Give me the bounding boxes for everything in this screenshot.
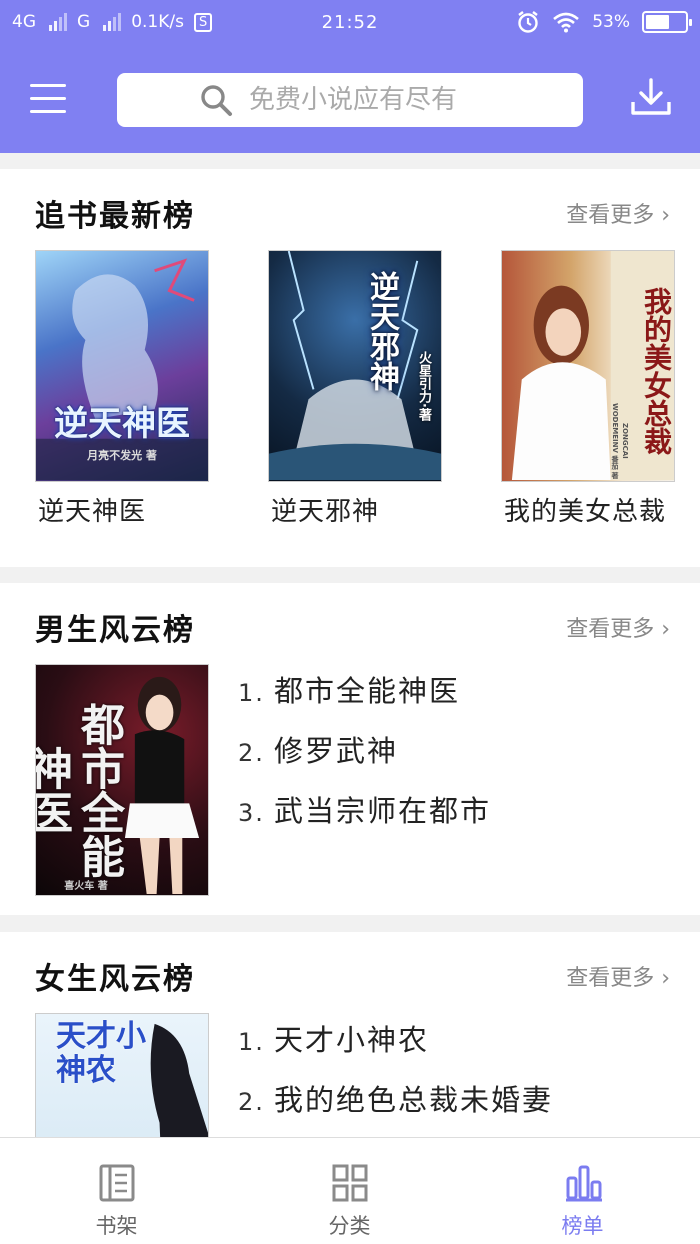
section-title: 女生风云榜 (35, 962, 195, 997)
bottom-nav: 书架 分类 榜单 (0, 1137, 700, 1244)
cover-title: 逆天邪神 (364, 271, 399, 391)
rank-number: 1. (238, 1028, 265, 1056)
cover-author: 月亮不发光 著 (87, 449, 157, 462)
book-cover[interactable]: 逆天神医 月亮不发光 著 (35, 250, 209, 482)
view-more-link[interactable]: 查看更多 › (566, 611, 670, 643)
cover-title: 天才小神农 (56, 1019, 146, 1088)
cover-illustration (36, 258, 208, 481)
view-more-link[interactable]: 查看更多 › (566, 197, 670, 229)
app-header: 4G G 0.1K/s S 21:52 53% (0, 0, 700, 153)
rank-book-name: 武当宗师在都市 (274, 794, 492, 828)
nav-label: 分类 (328, 1214, 371, 1238)
book-cover[interactable]: 都市全能神医 喜火车 著 (35, 664, 209, 896)
ranking-bars-icon (566, 1165, 602, 1202)
book-name[interactable]: 逆天神医 (38, 491, 146, 528)
nav-bookshelf[interactable]: 书架 (0, 1138, 233, 1244)
rank-number: 1. (238, 679, 265, 707)
book-cover[interactable]: 天才小神农 (35, 1013, 209, 1137)
battery-icon (642, 11, 692, 33)
status-bar: 4G G 0.1K/s S 21:52 53% (0, 0, 700, 46)
wifi-icon (553, 12, 580, 33)
search-input[interactable] (249, 85, 549, 115)
cover-title: 都市全能神医 (35, 702, 124, 878)
cover-author: 喜火车 著 (64, 881, 108, 892)
rank-book-name: 天才小神农 (274, 1023, 430, 1057)
book-name[interactable]: 逆天邪神 (271, 491, 379, 528)
rank-book-name: 修罗武神 (274, 734, 399, 768)
nav-label: 榜单 (561, 1214, 604, 1238)
list-item[interactable]: 1. 都市全能神医 (238, 668, 460, 710)
female-ranking-section: 女生风云榜 查看更多 › 天才小神农 1. 天才小神农 2. 我的绝色总裁未婚妻 (0, 932, 700, 1137)
bookshelf-icon (99, 1164, 135, 1202)
rank-number: 2. (238, 739, 265, 767)
category-grid-icon (332, 1164, 368, 1202)
cover-title: 逆天神医 (54, 404, 190, 444)
book-cover[interactable]: 我的美女总裁 ZONGCAI WODEMEINV 番茄 著 (501, 250, 675, 482)
rank-number: 3. (238, 799, 265, 827)
search-icon (201, 85, 232, 116)
nav-ranking[interactable]: 榜单 (466, 1138, 699, 1244)
download-icon[interactable] (630, 78, 672, 116)
book-name[interactable]: 我的美女总裁 (504, 491, 666, 528)
list-item[interactable]: 2. 我的绝色总裁未婚妻 (238, 1077, 553, 1119)
alarm-icon (518, 11, 538, 33)
latest-ranking-section: 追书最新榜 查看更多 › 逆天神医 月亮不发光 著 逆天神医 逆天邪神 火星引力… (0, 169, 700, 567)
cover-author: 火星引力·著 (416, 351, 431, 421)
male-ranking-section: 男生风云榜 查看更多 › 都市全能神医 喜火车 著 1. 都市全能神医 2. 修罗武… (0, 583, 700, 915)
section-title: 追书最新榜 (35, 199, 195, 234)
list-item[interactable]: 3. 武当宗师在都市 (238, 788, 491, 830)
list-item[interactable]: 1. 天才小神农 (238, 1017, 429, 1059)
search-bar[interactable] (117, 73, 583, 127)
list-item[interactable]: 2. 修罗武神 (238, 728, 398, 770)
rank-number: 2. (238, 1088, 265, 1116)
cover-author: ZONGCAI WODEMEINV 番茄 著 (611, 403, 629, 479)
menu-icon[interactable] (30, 82, 66, 114)
rank-book-name: 都市全能神医 (274, 674, 461, 708)
section-title: 男生风云榜 (35, 613, 195, 648)
nav-label: 书架 (95, 1214, 138, 1238)
nav-category[interactable]: 分类 (233, 1138, 466, 1244)
battery-percent: 53% (592, 12, 630, 32)
rank-book-name: 我的绝色总裁未婚妻 (274, 1083, 554, 1117)
view-more-link[interactable]: 查看更多 › (566, 960, 670, 992)
book-cover[interactable]: 逆天邪神 火星引力·著 (268, 250, 442, 482)
